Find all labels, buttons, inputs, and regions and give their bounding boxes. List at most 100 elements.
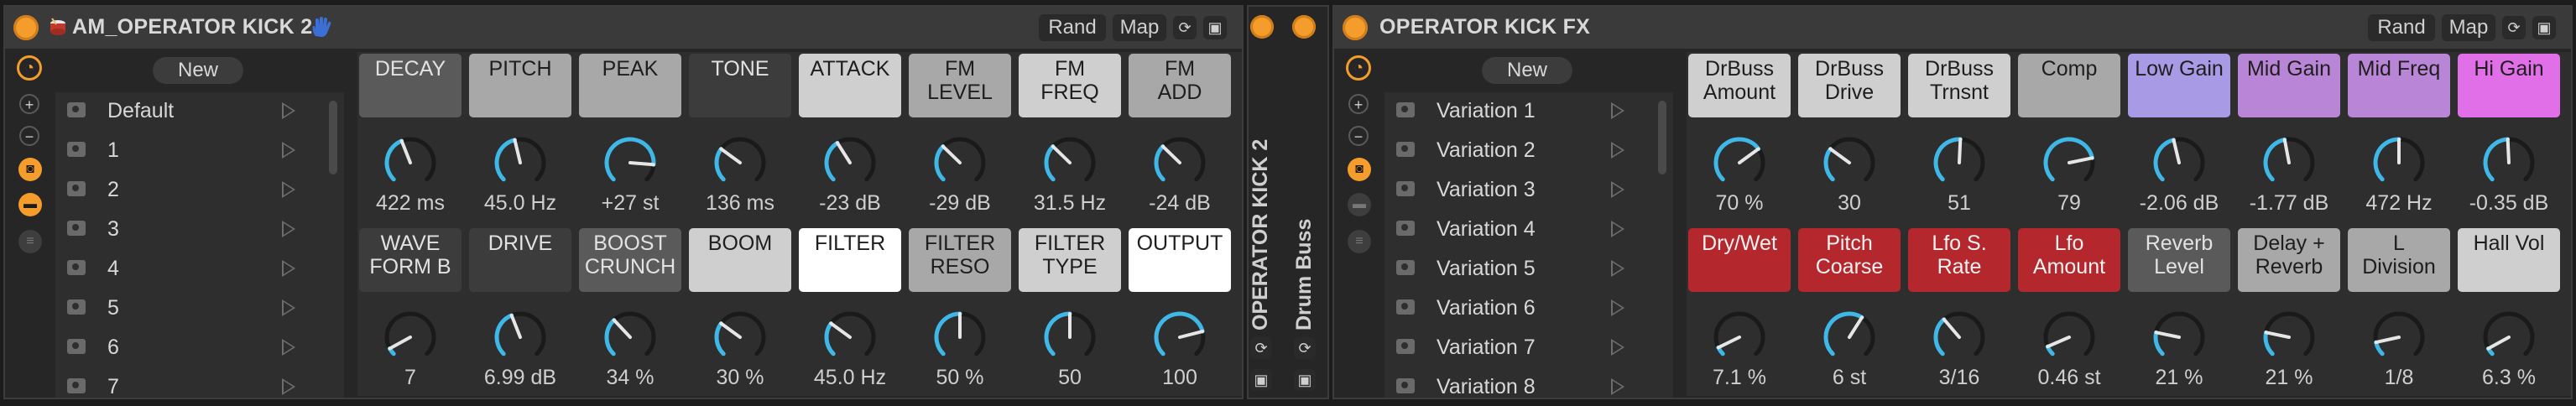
variation-item[interactable]: 3 [55, 211, 344, 247]
macro-value[interactable]: 3/16 [1908, 366, 2010, 390]
macro-knob[interactable] [2477, 305, 2541, 369]
macro-knob[interactable] [2037, 305, 2101, 369]
macro-value[interactable]: 79 [2018, 191, 2120, 216]
map-button[interactable]: Map [1113, 14, 1166, 41]
macro-knob[interactable] [1817, 305, 1881, 369]
play-icon[interactable] [282, 339, 295, 356]
variation-item[interactable]: Variation 4 [1384, 211, 1673, 247]
macro-control[interactable]: PITCH 45.0 Hz [469, 54, 571, 221]
macro-value[interactable]: 472 Hz [2348, 191, 2450, 216]
variation-item[interactable]: Variation 1 [1384, 92, 1673, 129]
macro-value[interactable]: 30 [1798, 191, 1901, 216]
macro-knob[interactable] [2477, 131, 2541, 195]
variation-item[interactable]: Default [55, 92, 344, 129]
macro-value[interactable]: 50 % [909, 366, 1011, 390]
macro-label[interactable]: FILTER RESO [909, 228, 1011, 292]
macro-knob[interactable] [598, 131, 662, 195]
play-icon[interactable] [1611, 221, 1624, 237]
camera-icon[interactable] [67, 181, 86, 196]
macro-control[interactable]: ATTACK -23 dB [799, 54, 901, 221]
macro-knob[interactable] [1927, 131, 1991, 195]
chain-save-icon-2[interactable]: ▣ [1294, 369, 1316, 391]
play-icon[interactable] [1611, 299, 1624, 316]
camera-icon[interactable] [1396, 378, 1415, 393]
hot-swap-icon[interactable]: ⟳ [2502, 16, 2526, 39]
left-rack-title-bar[interactable]: AM_OPERATOR KICK 2 Rand Map ⟳ ▣ [5, 7, 1242, 49]
macro-control[interactable]: DrBuss Amount 70 % [1688, 54, 1791, 221]
camera-icon[interactable] [67, 299, 86, 315]
chain-power-button-2[interactable] [1292, 15, 1316, 39]
camera-icon[interactable] [1396, 221, 1415, 236]
macro-value[interactable]: 34 % [579, 366, 681, 390]
macro-label[interactable]: DRIVE [469, 228, 571, 292]
variation-item[interactable]: 1 [55, 132, 344, 169]
macro-label[interactable]: OUTPUT [1129, 228, 1231, 292]
macro-label[interactable]: Comp [2018, 54, 2120, 117]
macro-label[interactable]: Reverb Level [2128, 228, 2230, 292]
macro-knob[interactable] [2367, 305, 2431, 369]
macro-label[interactable]: Mid Freq [2348, 54, 2450, 117]
macro-knob[interactable] [598, 305, 662, 369]
macro-label[interactable]: Lfo Amount [2018, 228, 2120, 292]
macro-knob[interactable] [1148, 305, 1212, 369]
macro-knob[interactable] [2147, 305, 2211, 369]
variation-item[interactable]: 5 [55, 289, 344, 326]
macro-label[interactable]: FILTER TYPE [1019, 228, 1121, 292]
macro-control[interactable]: Mid Gain -1.77 dB [2238, 54, 2340, 221]
macro-label[interactable]: DECAY [359, 54, 461, 117]
play-icon[interactable] [282, 181, 295, 198]
macro-control[interactable]: FILTER RESO 50 % [909, 228, 1011, 396]
macro-toggle-icon[interactable]: ◔ [17, 55, 42, 81]
macro-control[interactable]: DrBuss Drive 30 [1798, 54, 1901, 221]
macro-label[interactable]: Pitch Coarse [1798, 228, 1901, 292]
macro-label[interactable]: Lfo S. Rate [1908, 228, 2010, 292]
macro-control[interactable]: Pitch Coarse 6 st [1798, 228, 1901, 396]
macro-knob[interactable] [378, 305, 442, 369]
macro-label[interactable]: L Division [2348, 228, 2450, 292]
macro-control[interactable]: OUTPUT 100 [1129, 228, 1231, 396]
camera-icon[interactable] [1396, 102, 1415, 117]
camera-icon[interactable] [1396, 260, 1415, 275]
macro-label[interactable]: WAVE FORM B [359, 228, 461, 292]
macro-knob[interactable] [1708, 131, 1771, 195]
macro-knob[interactable] [928, 131, 992, 195]
macro-control[interactable]: FM ADD -24 dB [1129, 54, 1231, 221]
camera-icon[interactable] [1396, 339, 1415, 354]
macro-value[interactable]: -1.77 dB [2238, 191, 2340, 216]
macro-value[interactable]: 6 st [1798, 366, 1901, 390]
macro-value[interactable]: 1/8 [2348, 366, 2450, 390]
macro-control[interactable]: FILTER 45.0 Hz [799, 228, 901, 396]
macro-knob[interactable] [818, 305, 882, 369]
macro-control[interactable]: Comp 79 [2018, 54, 2120, 221]
camera-icon[interactable] [67, 142, 86, 157]
macro-control[interactable]: BOOM 30 % [689, 228, 791, 396]
macro-knob[interactable] [1038, 305, 1102, 369]
camera-icon[interactable] [67, 221, 86, 236]
macro-knob[interactable] [2367, 131, 2431, 195]
hot-swap-icon[interactable]: ⟳ [1173, 16, 1197, 39]
chain-list-icon[interactable]: ≡ [18, 230, 42, 253]
variation-item[interactable]: Variation 6 [1384, 289, 1673, 326]
play-icon[interactable] [1611, 260, 1624, 277]
macro-knob[interactable] [708, 305, 772, 369]
macro-label[interactable]: DrBuss Drive [1798, 54, 1901, 117]
macro-label[interactable]: Mid Gain [2238, 54, 2340, 117]
macro-control[interactable]: DECAY 422 ms [359, 54, 461, 221]
play-icon[interactable] [1611, 181, 1624, 198]
macro-control[interactable]: DRIVE 6.99 dB [469, 228, 571, 396]
macro-value[interactable]: 7.1 % [1688, 366, 1791, 390]
add-macro-icon[interactable]: + [19, 94, 39, 114]
macro-knob[interactable] [1927, 305, 1991, 369]
macro-control[interactable]: Hall Vol 6.3 % [2458, 228, 2560, 396]
chain-power-button[interactable] [1250, 15, 1274, 39]
camera-icon[interactable] [67, 378, 86, 393]
variation-item[interactable]: 2 [55, 171, 344, 208]
play-icon[interactable] [1611, 378, 1624, 395]
macro-value[interactable]: -23 dB [799, 191, 901, 216]
macro-value[interactable]: 0.46 st [2018, 366, 2120, 390]
macro-value[interactable]: 45.0 Hz [799, 366, 901, 390]
macro-value[interactable]: -24 dB [1129, 191, 1231, 216]
play-icon[interactable] [1611, 102, 1624, 119]
camera-icon[interactable] [1396, 299, 1415, 315]
macro-label[interactable]: Hi Gain [2458, 54, 2560, 117]
